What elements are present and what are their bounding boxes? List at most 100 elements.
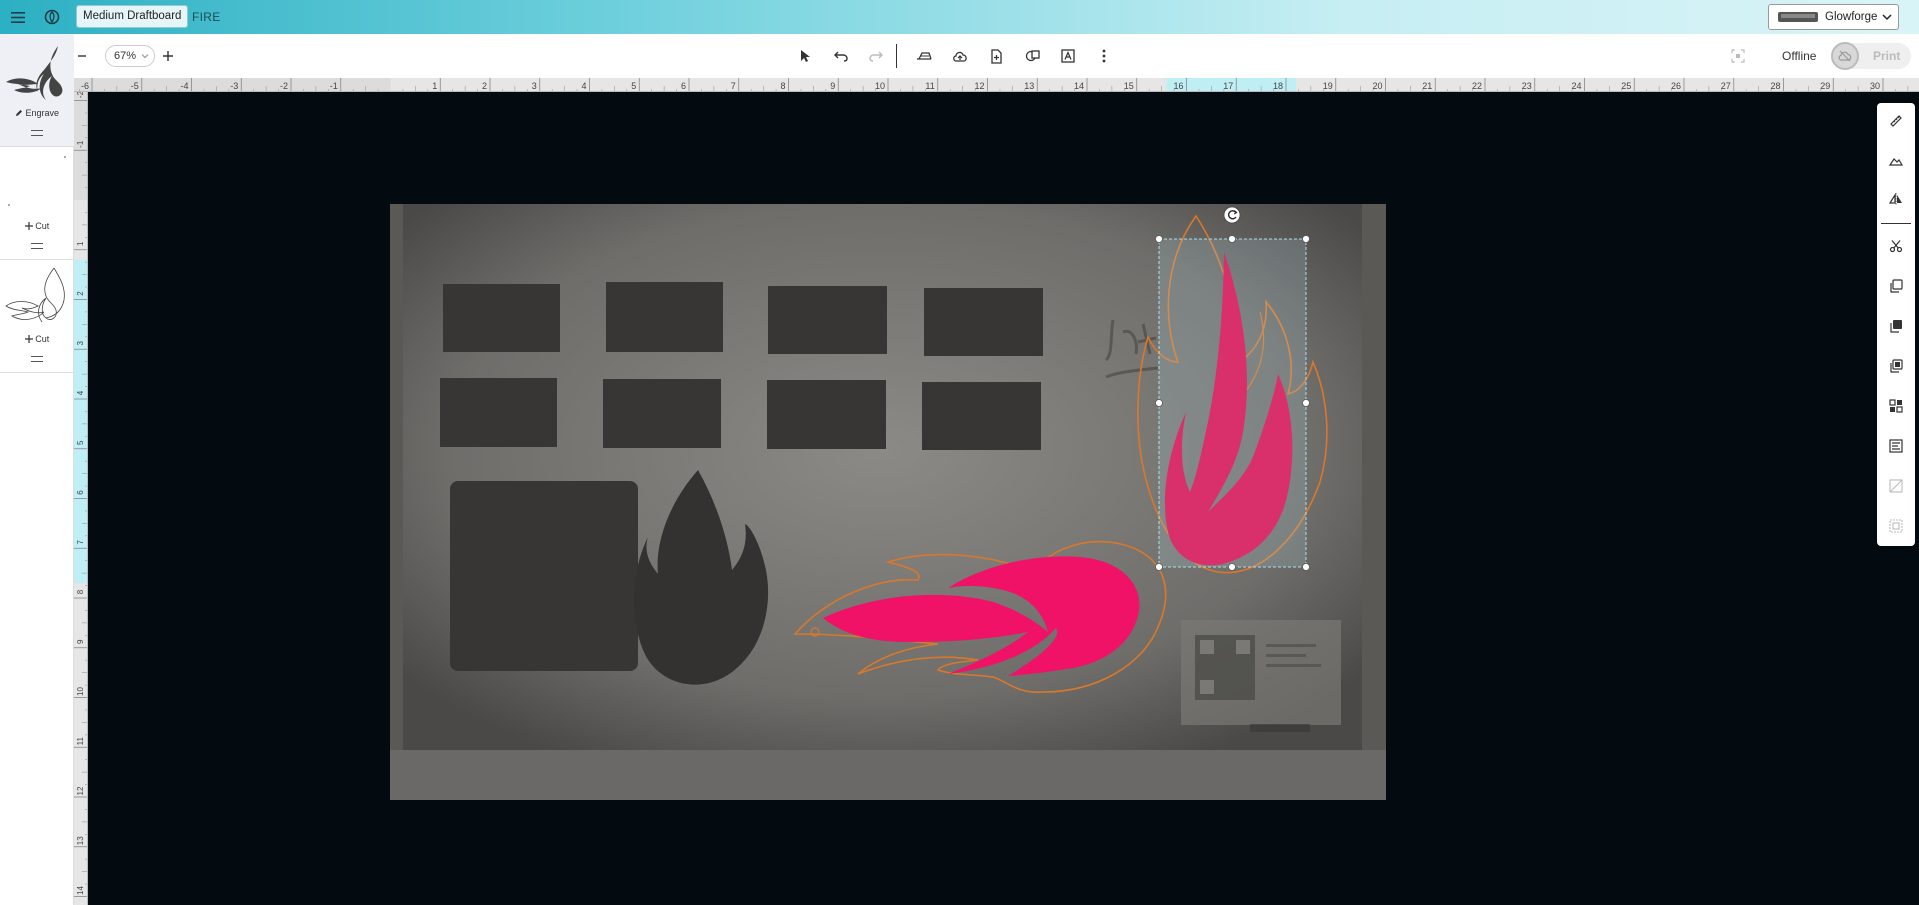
cloud-offline-icon <box>1831 42 1859 70</box>
resize-handle[interactable] <box>1302 235 1310 243</box>
material-height-button[interactable] <box>1886 151 1906 171</box>
shapes-button[interactable] <box>1022 46 1042 66</box>
grid-arrange-icon <box>1889 399 1903 413</box>
resize-handle[interactable] <box>1302 399 1310 407</box>
vertical-ruler: -2 -1 1 2 3 4 5 6 7 8 9 10 11 12 13 14 <box>74 92 88 905</box>
align-button[interactable] <box>1886 436 1906 456</box>
ruler-label: 7 <box>731 81 736 91</box>
ruler-label: -3 <box>230 81 238 91</box>
ruler-label: 9 <box>830 81 835 91</box>
design-title[interactable]: FIRE <box>192 10 221 24</box>
printer-thumbnail-icon <box>1778 12 1818 22</box>
resize-handle[interactable] <box>1228 563 1236 571</box>
pencil-icon <box>15 110 22 116</box>
step-mode[interactable]: Cut <box>0 221 74 231</box>
fit-view-button[interactable] <box>1728 46 1748 66</box>
mountain-icon <box>1889 158 1903 166</box>
printer-selector[interactable]: Glowforge <box>1768 4 1899 30</box>
resize-handle[interactable] <box>1302 563 1310 571</box>
paste-button[interactable] <box>1886 316 1906 336</box>
material-selector[interactable]: Medium Draftboard <box>76 5 189 28</box>
resize-handle[interactable] <box>1155 235 1163 243</box>
selection-box[interactable] <box>1155 206 1310 571</box>
add-artwork-button[interactable] <box>986 46 1006 66</box>
ruler-label: 24 <box>1571 81 1581 91</box>
resize-handle[interactable] <box>1155 563 1163 571</box>
cloud-upload-icon <box>953 51 967 62</box>
dot-thumbnail <box>8 156 66 206</box>
text-button[interactable] <box>1058 46 1078 66</box>
engrave-settings-button[interactable] <box>914 46 934 66</box>
paste-icon <box>1890 320 1902 333</box>
flame-thumbnail <box>6 46 63 100</box>
ruler-label: 20 <box>1372 81 1382 91</box>
ruler-tool-button[interactable] <box>1886 111 1906 131</box>
zoom-in-button[interactable] <box>158 46 178 66</box>
ruler-label: 26 <box>1671 81 1681 91</box>
scissors-icon <box>1889 240 1903 253</box>
ruler-label: -5 <box>131 81 139 91</box>
ruler-label: 6 <box>76 490 85 495</box>
toolbar-divider <box>896 44 897 68</box>
disable-snap-button[interactable] <box>1886 476 1906 496</box>
menu-icon[interactable] <box>8 7 28 27</box>
ruler-label: 14 <box>76 886 85 895</box>
step-mode[interactable]: Cut <box>0 334 74 344</box>
snap-off-icon <box>1889 479 1903 493</box>
printer-name: Glowforge <box>1825 11 1878 23</box>
resize-handle[interactable] <box>1155 399 1163 407</box>
redo-icon <box>869 51 883 62</box>
ruler-label: 16 <box>1173 81 1183 91</box>
ruler-label: 12 <box>974 81 984 91</box>
group-button[interactable] <box>1886 516 1906 536</box>
step-item-engrave[interactable]: Engrave <box>0 34 74 147</box>
upload-button[interactable] <box>950 46 970 66</box>
step-mode[interactable]: Engrave <box>0 108 74 118</box>
copy-icon <box>1890 279 1903 293</box>
drag-handle-icon[interactable] <box>31 243 43 249</box>
ruler-label: 22 <box>1472 81 1482 91</box>
ruler-label: 4 <box>76 390 85 395</box>
ruler-label: 18 <box>1273 81 1283 91</box>
zoom-out-button[interactable] <box>72 46 92 66</box>
select-tool-button[interactable] <box>796 46 816 66</box>
arrange-button[interactable] <box>1886 396 1906 416</box>
more-options-button[interactable] <box>1094 46 1114 66</box>
ruler-label: 5 <box>76 440 85 445</box>
ruler-icon <box>1890 115 1902 127</box>
flip-button[interactable] <box>1886 189 1906 209</box>
cursor-arrow-icon <box>801 50 810 62</box>
cut-button[interactable] <box>1886 236 1906 256</box>
crosshair-icon <box>24 335 33 343</box>
duplicate-button[interactable] <box>1886 356 1906 376</box>
step-item-cut-1[interactable]: Cut <box>0 147 74 260</box>
ruler-label: 13 <box>1024 81 1034 91</box>
glowforge-logo-icon[interactable] <box>42 7 62 27</box>
ruler-label: 6 <box>681 81 686 91</box>
ruler-label: 8 <box>76 589 85 594</box>
focus-icon <box>1731 49 1745 63</box>
ruler-label: 1 <box>432 81 437 91</box>
ruler-label: 2 <box>76 291 85 296</box>
design-canvas[interactable] <box>88 92 1919 905</box>
zoom-select[interactable]: 67% <box>105 45 155 67</box>
ruler-label: 11 <box>925 81 934 91</box>
print-label: Print <box>1873 49 1901 63</box>
ruler-label: 5 <box>631 81 636 91</box>
print-button[interactable]: Print <box>1831 42 1911 70</box>
rotate-handle-icon[interactable] <box>1223 206 1241 224</box>
drag-handle-icon[interactable] <box>31 356 43 362</box>
step-panel: Engrave Cut Cut <box>0 34 74 905</box>
redo-button[interactable] <box>866 46 886 66</box>
undo-button[interactable] <box>831 46 851 66</box>
step-item-cut-2[interactable]: Cut <box>0 260 74 373</box>
ruler-label: 4 <box>581 81 586 91</box>
ruler-label: 9 <box>76 639 85 644</box>
drag-handle-icon[interactable] <box>31 130 43 136</box>
ruler-label: 25 <box>1621 81 1631 91</box>
undo-icon <box>834 51 848 62</box>
strip-divider <box>1881 223 1911 224</box>
ruler-label: 14 <box>1074 81 1084 91</box>
resize-handle[interactable] <box>1228 235 1236 243</box>
copy-button[interactable] <box>1886 276 1906 296</box>
